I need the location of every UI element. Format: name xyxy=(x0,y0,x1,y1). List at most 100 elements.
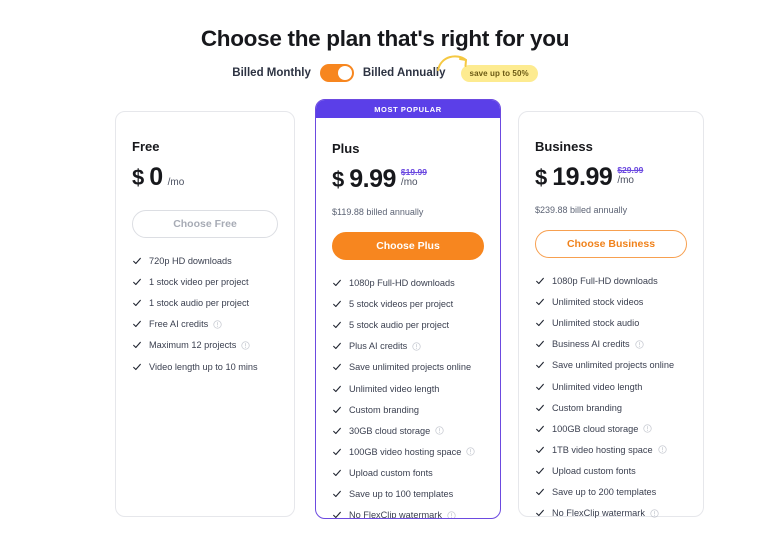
plan-name: Plus xyxy=(332,141,360,156)
check-icon xyxy=(536,488,544,496)
feature-label: No FlexClip watermark xyxy=(552,508,645,519)
feature-item: Unlimited stock videos xyxy=(535,297,687,307)
feature-label: 30GB cloud storage xyxy=(349,425,431,436)
billing-period-toggle[interactable] xyxy=(319,64,354,82)
pricing-page: Choose the plan that's right for you Bil… xyxy=(0,0,770,536)
check-icon xyxy=(133,278,141,286)
info-icon[interactable] xyxy=(241,341,250,350)
info-icon[interactable] xyxy=(658,445,667,455)
check-icon xyxy=(133,363,141,370)
plan-cards: Free $ 0 /mo Choose Free 720p HD downloa… xyxy=(0,99,770,529)
feature-item: Unlimited video length xyxy=(535,382,687,392)
info-icon[interactable] xyxy=(643,424,652,433)
price-period: /mo xyxy=(400,177,418,189)
price-currency: $ xyxy=(132,165,145,190)
feature-label: 1 stock video per project xyxy=(149,277,249,288)
feature-label: Unlimited stock videos xyxy=(552,297,644,308)
plan-card-plus[interactable]: MOST POPULAR Plus $ 9.99 $19.99 /mo $119… xyxy=(315,99,501,519)
feature-item: 1080p Full-HD downloads xyxy=(535,276,687,286)
plan-card-free[interactable]: Free $ 0 /mo Choose Free 720p HD downloa… xyxy=(115,111,295,517)
choose-plus-button[interactable]: Choose Plus xyxy=(332,232,484,260)
feature-label: Unlimited video length xyxy=(349,383,440,394)
most-popular-badge: MOST POPULAR xyxy=(316,100,500,118)
feature-item: Custom branding xyxy=(535,403,687,413)
check-icon xyxy=(333,448,341,455)
info-icon[interactable] xyxy=(650,509,659,518)
feature-label: 100GB video hosting space xyxy=(349,446,462,457)
price-amount: 9.99 xyxy=(349,165,396,193)
check-icon xyxy=(333,385,341,392)
feature-item: Unlimited video length xyxy=(332,384,484,394)
feature-label: Save unlimited projects online xyxy=(552,360,675,371)
check-icon xyxy=(133,321,141,328)
feature-item: 100GB cloud storage xyxy=(535,424,687,434)
check-icon xyxy=(536,362,544,369)
feature-item: Video length up to 10 mins xyxy=(132,362,278,372)
feature-item: 100GB video hosting space xyxy=(332,447,484,457)
feature-item: Plus AI credits xyxy=(332,341,484,351)
feature-label: Save unlimited projects online xyxy=(349,362,472,373)
feature-item: Custom branding xyxy=(332,405,484,415)
feature-label: Upload custom fonts xyxy=(552,465,636,476)
choose-free-button[interactable]: Choose Free xyxy=(132,210,278,238)
feature-label: Maximum 12 projects xyxy=(149,340,237,351)
info-icon[interactable] xyxy=(412,342,421,351)
plan-name: Business xyxy=(535,139,593,154)
billed-annually-note: $119.88 billed annually xyxy=(332,207,424,217)
price-currency: $ xyxy=(535,165,548,190)
check-icon xyxy=(333,364,341,371)
feature-list: 1080p Full-HD downloads Unlimited stock … xyxy=(535,276,687,518)
feature-item: 1TB video hosting space xyxy=(535,445,687,455)
price-amount: 19.99 xyxy=(552,163,613,191)
check-icon xyxy=(333,343,341,350)
check-icon xyxy=(333,322,341,329)
plan-card-body: Free $ 0 /mo Choose Free 720p HD downloa… xyxy=(116,139,294,372)
info-icon[interactable] xyxy=(435,426,444,435)
feature-label: 1TB video hosting space xyxy=(552,444,653,455)
feature-item: Save up to 100 templates xyxy=(332,489,484,499)
plan-price: $ 9.99 $19.99 /mo xyxy=(332,167,484,197)
feature-label: 1 stock audio per project xyxy=(149,298,250,309)
feature-label: Save up to 200 templates xyxy=(552,487,657,498)
feature-label: 100GB cloud storage xyxy=(552,423,639,434)
plan-card-body: Plus $ 9.99 $19.99 /mo $119.88 billed an… xyxy=(316,118,500,519)
info-icon[interactable] xyxy=(635,340,644,349)
billed-annually-note: $239.88 billed annually xyxy=(535,205,628,215)
check-icon xyxy=(333,279,341,287)
price-currency: $ xyxy=(332,167,345,192)
feature-item: 1080p Full-HD downloads xyxy=(332,278,484,288)
feature-item: 5 stock videos per project xyxy=(332,299,484,309)
save-badge: save up to 50% xyxy=(460,64,538,82)
plan-price: $ 0 /mo xyxy=(132,165,278,195)
info-icon[interactable] xyxy=(466,447,475,457)
choose-business-button[interactable]: Choose Business xyxy=(535,230,687,258)
plan-name: Free xyxy=(132,139,160,154)
feature-label: Unlimited stock audio xyxy=(552,318,640,329)
billed-annually-label[interactable]: Billed Annually xyxy=(363,67,446,79)
info-icon[interactable] xyxy=(447,511,456,519)
feature-label: Custom branding xyxy=(349,404,419,415)
feature-item: 30GB cloud storage xyxy=(332,426,484,436)
toggle-knob xyxy=(337,66,352,80)
feature-label: 5 stock videos per project xyxy=(349,299,454,310)
check-icon xyxy=(333,490,341,498)
info-icon[interactable] xyxy=(213,320,222,329)
feature-label: 1080p Full-HD downloads xyxy=(552,276,658,286)
feature-label: Unlimited video length xyxy=(552,381,643,392)
feature-item: 1 stock audio per project xyxy=(132,298,278,308)
feature-label: Business AI credits xyxy=(552,339,630,350)
price-period: /mo xyxy=(617,175,634,187)
feature-label: No FlexClip watermark xyxy=(349,510,442,519)
price-original: $19.99 xyxy=(400,167,427,177)
feature-label: Upload custom fonts xyxy=(349,467,433,478)
feature-item: 1 stock video per project xyxy=(132,277,278,287)
check-icon xyxy=(333,300,341,308)
feature-item: Business AI credits xyxy=(535,339,687,349)
feature-list: 720p HD downloads 1 stock video per proj… xyxy=(132,256,278,372)
check-icon xyxy=(536,510,544,517)
billed-monthly-label[interactable]: Billed Monthly xyxy=(232,67,311,79)
feature-item: Free AI credits xyxy=(132,319,278,329)
feature-label: Save up to 100 templates xyxy=(349,489,454,500)
check-icon xyxy=(133,300,141,307)
plan-card-business[interactable]: Business $ 19.99 $29.99 /mo $239.88 bill… xyxy=(518,111,704,518)
